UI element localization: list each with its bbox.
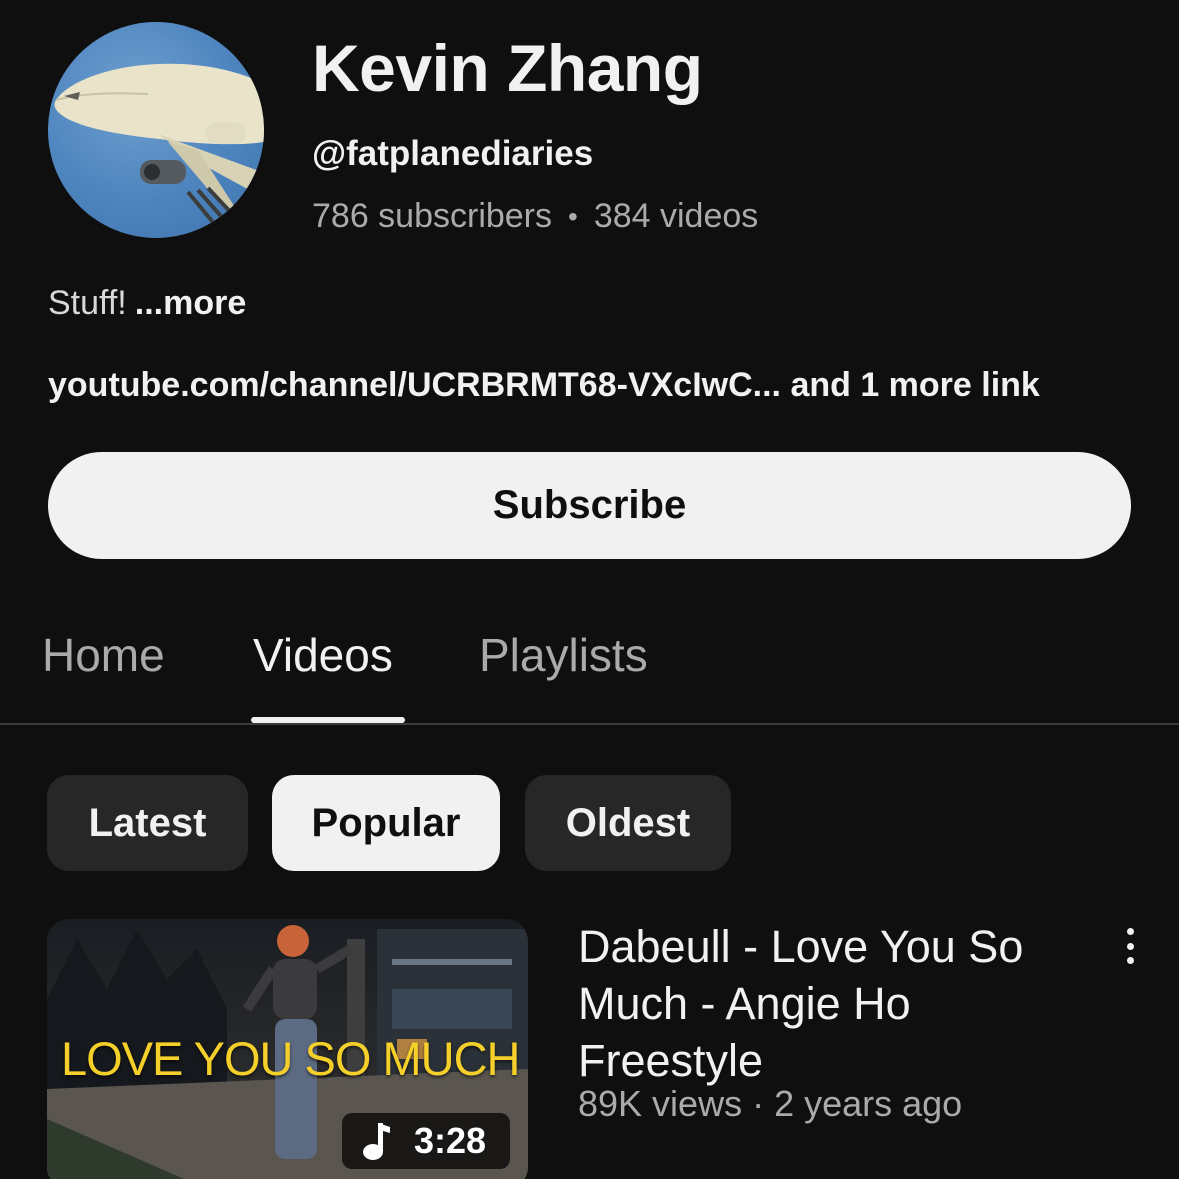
channel-description[interactable]: Stuff! ...more xyxy=(48,284,246,323)
duration-badge: 3:28 xyxy=(342,1113,510,1169)
video-count: 384 videos xyxy=(593,197,759,235)
channel-tabs: Home Videos Playlists xyxy=(0,600,1179,726)
duration-text: 3:28 xyxy=(414,1120,487,1161)
kebab-dot xyxy=(1126,928,1134,935)
channel-avatar[interactable] xyxy=(48,22,264,238)
airplane-icon xyxy=(54,63,264,228)
chip-popular[interactable]: Popular xyxy=(272,775,500,871)
kebab-dot xyxy=(1126,957,1134,964)
description-text: Stuff! xyxy=(48,284,127,322)
channel-name: Kevin Zhang xyxy=(312,31,703,105)
more-options-icon[interactable] xyxy=(1112,924,1148,968)
chip-oldest[interactable]: Oldest xyxy=(525,775,731,871)
tab-videos[interactable]: Videos xyxy=(253,628,393,682)
channel-links[interactable]: youtube.com/channel/UCRBRMT68-VXcIwC... … xyxy=(48,366,1040,405)
channel-handle: @fatplanediaries xyxy=(312,134,594,173)
kebab-dot xyxy=(1126,942,1134,950)
subscriber-count: 786 subscribers xyxy=(312,197,553,235)
video-title[interactable]: Dabeull - Love You So Much - Angie Ho Fr… xyxy=(578,918,1088,1089)
separator-dot: • xyxy=(568,200,578,232)
music-note-icon xyxy=(363,1123,390,1160)
channel-stats: 786 subscribers • 384 videos xyxy=(312,197,758,236)
video-meta: 89K views · 2 years ago xyxy=(578,1083,963,1124)
tab-home[interactable]: Home xyxy=(42,628,165,682)
tab-playlists[interactable]: Playlists xyxy=(479,628,648,682)
tabs-divider xyxy=(0,723,1179,725)
more-link[interactable]: ...more xyxy=(135,284,246,322)
subscribe-button[interactable]: Subscribe xyxy=(48,452,1131,559)
thumbnail-caption: LOVE YOU SO MUCH xyxy=(61,1032,520,1085)
channel-page: Kevin Zhang @fatplanediaries 786 subscri… xyxy=(0,0,1179,1179)
chip-latest[interactable]: Latest xyxy=(47,775,248,871)
video-thumbnail[interactable]: LOVE YOU SO MUCH 3:28 xyxy=(47,919,528,1179)
